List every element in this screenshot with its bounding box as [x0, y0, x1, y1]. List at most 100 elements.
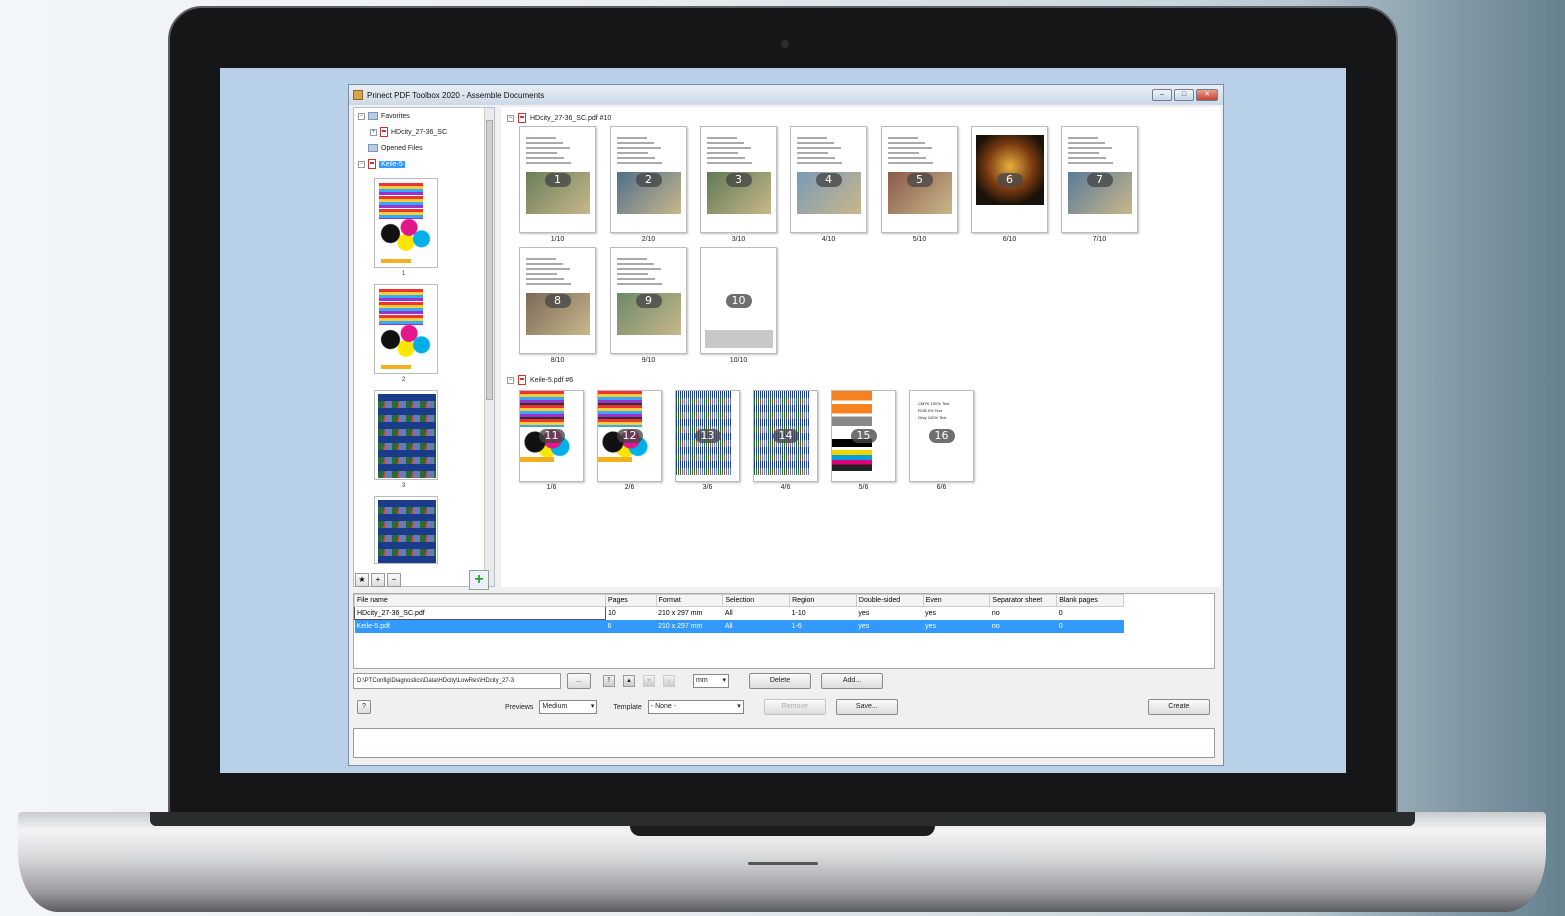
table-cell: All [722, 619, 790, 633]
laptop-notch [630, 826, 935, 836]
close-button[interactable]: ✕ [1196, 89, 1218, 101]
page-thumbnail[interactable]: 8 [519, 247, 596, 354]
table-row[interactable]: HDcity_27-36_SC.pdf 10 210 x 297 mm All 1-10… [354, 606, 1124, 620]
help-button[interactable]: ? [357, 700, 371, 714]
remove-favorite-icon[interactable]: − [387, 573, 401, 587]
collapse-icon[interactable]: − [358, 160, 365, 168]
tree-toolbar: ★ + − + [353, 569, 495, 591]
tree-opened-files[interactable]: Opened Files [354, 140, 494, 156]
maximize-button[interactable]: □ [1174, 89, 1194, 101]
page-number-badge: 11 [538, 429, 565, 443]
column-header[interactable]: Selection [722, 594, 791, 607]
left-thumbnail[interactable] [374, 178, 438, 268]
page-thumbnail[interactable]: 13 [675, 390, 740, 482]
text-line [797, 142, 834, 144]
tree-favorites[interactable]: − Favorites [354, 108, 494, 124]
laptop-groove [748, 862, 818, 865]
left-thumbnail[interactable] [374, 496, 438, 564]
pdf-icon [518, 113, 526, 123]
group-header-hdcity[interactable]: − HDcity_27-36_SC.pdf #10 [507, 113, 611, 123]
tree-keile[interactable]: − Keile-5 [354, 156, 494, 172]
table-header: File name Pages Format Selection Region Doubl… [354, 594, 1124, 607]
page-thumbnail[interactable]: 7 [1061, 126, 1138, 233]
remove-button[interactable]: Remove [763, 699, 826, 715]
star-icon[interactable]: ★ [355, 573, 369, 587]
column-header[interactable]: Format [655, 594, 724, 607]
page-number-badge: 10 [725, 293, 752, 308]
page-label: 2/10 [641, 236, 656, 243]
move-down-icon[interactable]: ▼ [643, 675, 655, 687]
column-header[interactable]: Even [922, 594, 991, 607]
text-line [617, 147, 661, 149]
group-header-keile[interactable]: − Keile-5.pdf #6 [507, 375, 573, 385]
text-line [1068, 157, 1106, 159]
column-header[interactable]: Region [789, 594, 857, 607]
table-cell: yes [925, 609, 937, 617]
page-thumbnail[interactable]: 14 [753, 390, 818, 482]
page-thumbnail[interactable]: 4 [790, 126, 867, 233]
delete-button[interactable]: Delete [749, 673, 811, 689]
previews-select[interactable]: Medium [539, 700, 598, 714]
thumb-artwork [378, 500, 436, 563]
add-favorite-icon[interactable]: + [371, 573, 385, 587]
collapse-icon[interactable]: − [358, 112, 365, 120]
add-to-assembly-button[interactable]: + [469, 570, 489, 590]
page-label: 6/10 [1002, 236, 1017, 243]
browse-button[interactable]: ... [567, 673, 591, 689]
page-thumbnail[interactable]: 10 [700, 247, 777, 354]
page-thumbnail[interactable]: 15 [831, 390, 896, 482]
column-header[interactable]: Separator sheet [989, 594, 1058, 607]
move-bottom-icon[interactable]: ⤓ [663, 675, 675, 687]
add-button[interactable]: Add... [821, 673, 883, 689]
pdf-icon [380, 127, 388, 137]
text-line [526, 273, 557, 275]
text-line [1068, 137, 1098, 139]
left-thumb-number: 3 [402, 483, 406, 489]
tree-hdcity[interactable]: + HDcity_27-36_SC [354, 124, 494, 140]
page-thumbnail[interactable]: 12 [597, 390, 662, 482]
page-thumbnail[interactable]: 2 [610, 126, 687, 233]
page-thumbnail[interactable]: 5 [881, 126, 958, 233]
page-thumbnail[interactable]: 6 [971, 126, 1048, 233]
page-thumbnail[interactable]: 1 [519, 126, 596, 233]
tree-label: Opened Files [381, 144, 423, 152]
unit-select[interactable]: mm [693, 674, 729, 688]
page-text: Grey 100% Text [918, 415, 947, 420]
text-line [707, 142, 744, 144]
text-line [707, 152, 738, 154]
file-path-field[interactable]: D:\PTConfig\Diagnostics\Data\HDcity\LowR… [353, 673, 561, 689]
page-thumbnail[interactable]: 11 [519, 390, 584, 482]
tree-label-selected: Keile-5 [379, 160, 405, 168]
move-up-icon[interactable]: ▲ [623, 675, 635, 687]
column-header[interactable]: File name [354, 594, 606, 607]
text-line [888, 142, 925, 144]
text-line [797, 152, 828, 154]
page-thumbnail[interactable]: CMYK 100% Text RGB 0% Text Grey 100% Text 1… [909, 390, 974, 482]
tree-scrollbar[interactable] [484, 108, 494, 586]
save-button[interactable]: Save... [835, 699, 898, 715]
column-header[interactable]: Blank pages [1056, 594, 1124, 607]
scroll-thumb[interactable] [486, 120, 493, 400]
text-line [617, 268, 661, 270]
expand-icon[interactable]: + [370, 128, 377, 136]
text-line [617, 162, 662, 164]
move-top-icon[interactable]: ⤒ [603, 675, 615, 687]
left-thumbnail[interactable] [374, 390, 438, 480]
table-row[interactable]: Keile-5.pdf 6 210 x 297 mm All 1-6 yes yes no 0 [354, 619, 1124, 633]
column-header[interactable]: Double-sided [855, 594, 924, 607]
text-line [526, 278, 564, 280]
create-button[interactable]: Create [1147, 699, 1210, 715]
file-tree-pane: − Favorites + HDcity_27-36_SC Opened Fil… [353, 107, 495, 587]
page-thumbnail[interactable]: 9 [610, 247, 687, 354]
text-line [617, 137, 647, 139]
page-thumbnail[interactable]: 3 [700, 126, 777, 233]
minimize-button[interactable]: – [1152, 89, 1172, 101]
document-table: File name Pages Format Selection Region Doubl… [353, 593, 1215, 669]
column-header[interactable]: Pages [604, 594, 657, 607]
page-text: CMYK 100% Text [918, 401, 950, 406]
template-select[interactable]: - None - [647, 700, 744, 714]
text-line [526, 283, 571, 285]
text-line [707, 147, 751, 149]
text-line [888, 152, 919, 154]
left-thumbnail[interactable] [374, 284, 438, 374]
